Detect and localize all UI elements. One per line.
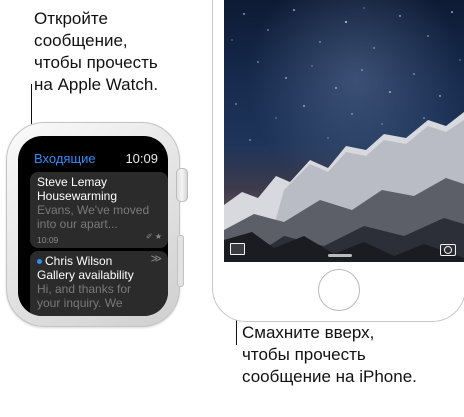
watch-side-button[interactable] [177,235,184,287]
swipe-grabber-bar[interactable] [328,254,352,257]
digital-crown[interactable] [176,168,188,202]
mail-icon[interactable] [230,243,245,255]
camera-icon[interactable] [440,244,456,256]
message-preview-line-2: into our apart... [37,217,118,231]
message-sender: Chris Wilson [45,254,113,268]
message-subject: Gallery availability [37,268,134,282]
message-preview-line-1: Hi, and thanks for [37,282,132,296]
message-subject: Housewarming [37,189,118,203]
message-sender: Steve Lemay [37,175,108,189]
message-item-chris-wilson[interactable]: Chris Wilson ≫ Gallery availability Hi, … [30,251,168,316]
watch-time: 10:09 [125,151,158,166]
watch-header: Входящие 10:09 [34,151,158,167]
message-time: 10:09 [37,235,59,245]
snowy-mountain-landscape [224,112,464,262]
unread-dot-icon [37,259,42,265]
iphone-lock-screen[interactable] [224,0,464,262]
apple-watch-screen: Входящие 10:09 Steve Lemay Housewarming … [18,136,168,316]
home-button[interactable] [318,269,360,311]
message-item-steve-lemay[interactable]: Steve Lemay Housewarming Evans, We've mo… [30,172,168,248]
message-preview-line-2: your inquiry. We [37,296,123,310]
inbox-title[interactable]: Входящие [34,151,96,166]
iphone-callout-text: Смахните вверх, чтобы прочесть сообщение… [242,323,417,386]
message-sender-row: Chris Wilson [37,254,112,268]
thread-chevron-icon: ≫ [150,253,162,265]
watch-callout-text: Откройте сообщение, чтобы прочесть на Ap… [34,9,159,94]
flag-star-icon: ✐ ★ [145,232,162,241]
message-preview-line-1: Evans, We've moved [37,203,150,217]
